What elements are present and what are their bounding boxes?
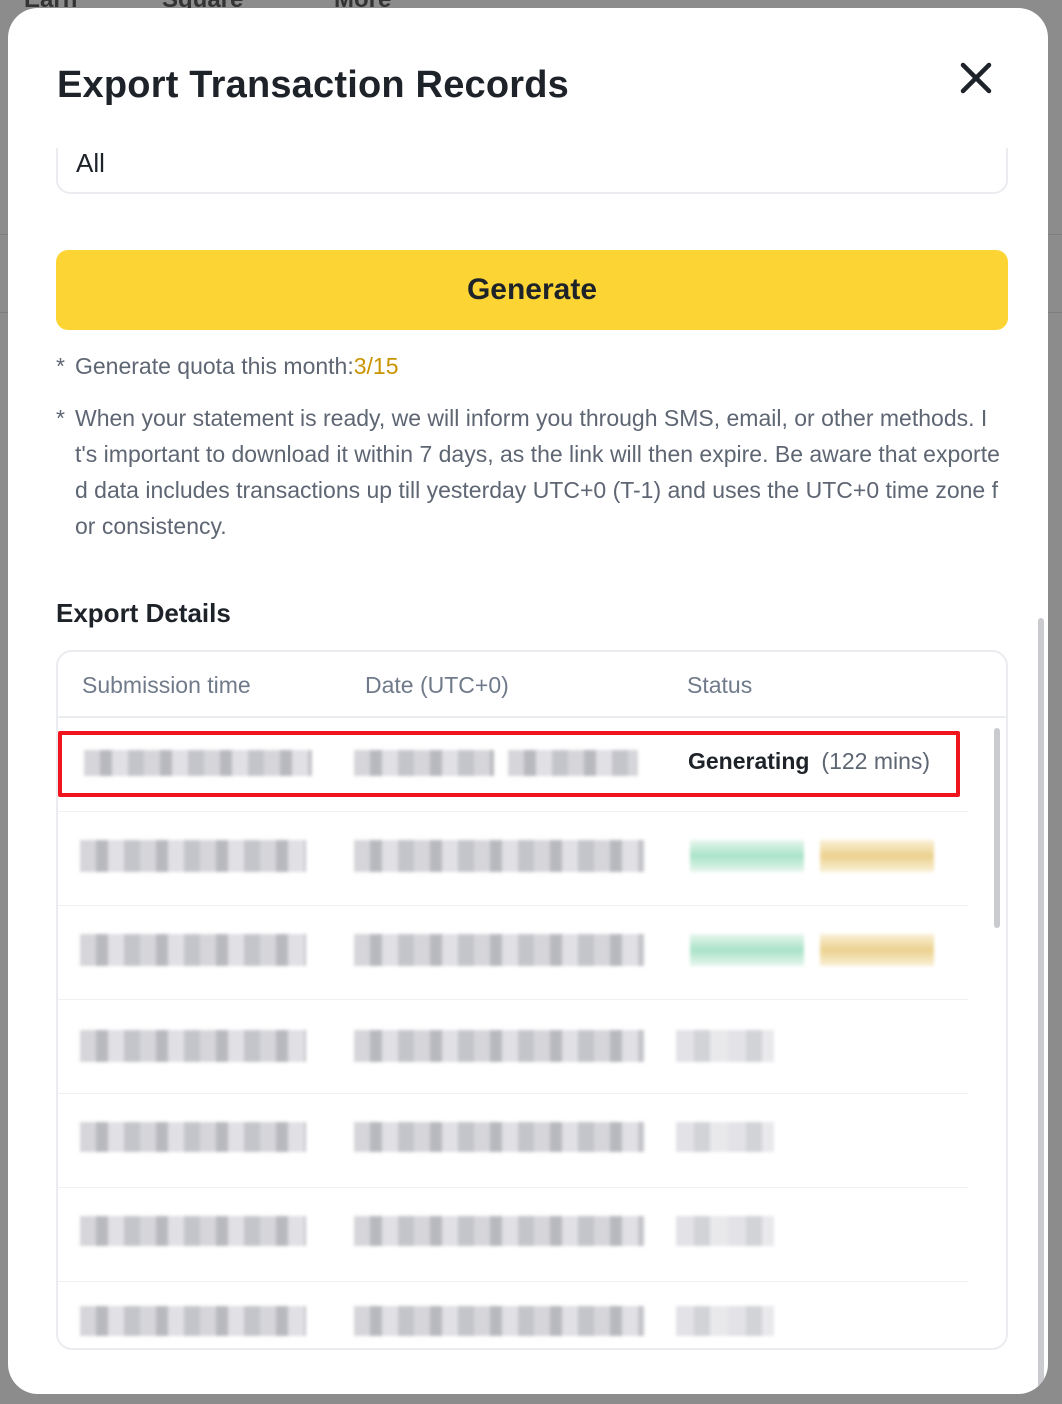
generate-button[interactable]: Generate: [56, 250, 1008, 330]
redacted-cell: [354, 1030, 644, 1062]
redacted-download-link: [820, 840, 934, 872]
table-row[interactable]: [58, 1282, 968, 1348]
table-scrollbar[interactable]: [994, 724, 1002, 1344]
background-divider: [0, 312, 8, 313]
export-modal: Export Transaction Records All Generate …: [8, 8, 1048, 1394]
redacted-cell: [508, 750, 638, 776]
table-row[interactable]: [58, 906, 968, 1000]
status-label: Generating: [688, 748, 810, 774]
quota-label: Generate quota this month:: [75, 353, 354, 379]
table-row[interactable]: Generating (122 mins): [58, 718, 968, 812]
redacted-status-badge: [690, 934, 804, 966]
column-date: Date (UTC+0): [365, 672, 509, 698]
redacted-status: [676, 1122, 774, 1152]
redacted-status-badge: [690, 840, 804, 872]
modal-scrollbar-thumb[interactable]: [1038, 618, 1044, 1388]
notice-text: When your statement is ready, we will in…: [75, 405, 1000, 539]
quota-value: 3/15: [353, 353, 399, 379]
redacted-cell: [80, 1306, 306, 1336]
quota-text: Generate quota this month:3/15: [75, 348, 1006, 384]
table-row[interactable]: [58, 1188, 968, 1282]
redacted-cell: [354, 1122, 644, 1152]
redacted-cell: [80, 840, 306, 872]
status-eta: (122 mins): [821, 748, 931, 774]
redacted-cell: [84, 750, 312, 776]
account-select[interactable]: All: [56, 148, 1008, 194]
modal-scroll-area[interactable]: All Generate * Generate quota this month…: [8, 148, 1048, 1394]
export-details-table: Submission time Date (UTC+0) Status Gene…: [56, 650, 1008, 1350]
redacted-cell: [80, 1030, 306, 1062]
quota-asterisk: *: [56, 353, 65, 379]
redacted-download-link: [820, 934, 934, 966]
modal-title: Export Transaction Records: [57, 64, 570, 106]
table-row[interactable]: [58, 812, 968, 906]
close-button[interactable]: [956, 58, 996, 98]
close-icon: [960, 62, 992, 94]
redacted-cell: [354, 934, 644, 966]
export-details-title: Export Details: [56, 598, 231, 628]
column-status: Status: [687, 672, 753, 698]
redacted-cell: [354, 1306, 644, 1336]
account-select-value: All: [76, 148, 105, 178]
redacted-cell: [80, 1122, 306, 1152]
table-row[interactable]: [58, 1000, 968, 1094]
redacted-cell: [80, 934, 306, 966]
quota-note: * Generate quota this month:3/15: [56, 348, 1016, 384]
table-scrollbar-thumb[interactable]: [994, 728, 1000, 928]
table-header: Submission time Date (UTC+0) Status: [58, 652, 1006, 718]
redacted-cell: [354, 750, 494, 776]
background-divider: [1048, 234, 1062, 235]
background-divider: [1048, 312, 1062, 313]
status-generating: Generating (122 mins): [688, 748, 930, 775]
column-submission-time: Submission time: [82, 672, 251, 698]
notice-asterisk: *: [56, 405, 65, 431]
redacted-status: [676, 1030, 774, 1062]
redacted-status: [676, 1216, 774, 1246]
redacted-status: [676, 1306, 774, 1336]
redacted-cell: [354, 1216, 644, 1246]
statement-notice: * When your statement is ready, we will …: [56, 400, 1016, 550]
redacted-cell: [354, 840, 644, 872]
table-row[interactable]: [58, 1094, 968, 1188]
redacted-cell: [80, 1216, 306, 1246]
background-divider: [0, 234, 8, 235]
